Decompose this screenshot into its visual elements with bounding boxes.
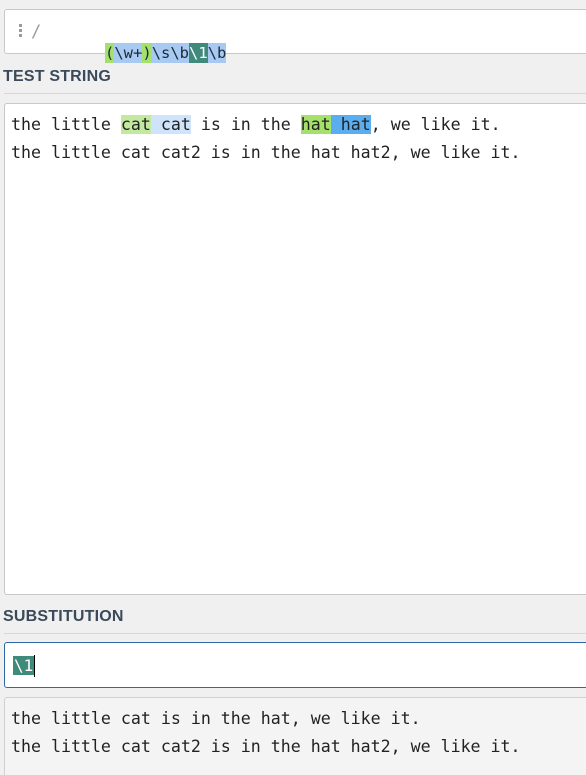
- match-group-highlight: hat: [300, 115, 331, 134]
- regex-tester: / (\w+)\s\b\1\b TEST STRING the little c…: [0, 0, 586, 775]
- match-group-highlight: cat: [120, 115, 151, 134]
- section-divider: [4, 633, 586, 634]
- section-divider: [4, 93, 586, 94]
- regex-token: \1: [189, 43, 208, 63]
- regex-token: ): [142, 43, 152, 63]
- substitution-value: \1: [13, 655, 36, 677]
- test-string-label: TEST STRING: [3, 68, 111, 85]
- text-caret: [34, 655, 36, 677]
- match-highlight: hat: [330, 115, 371, 134]
- text-segment: , we like it.: [370, 115, 501, 134]
- test-line: the little cat cat2 is in the hat hat2, …: [11, 141, 521, 165]
- backref-token: \1: [13, 656, 35, 675]
- result-line: the little cat cat2 is in the hat hat2, …: [11, 737, 521, 756]
- test-string-editor[interactable]: the little cat cat is in the hat hat, we…: [4, 103, 586, 595]
- substitution-result: the little cat is in the hat, we like it…: [4, 697, 586, 775]
- regex-token: \s\b: [151, 43, 190, 63]
- regex-token: \w+: [114, 43, 143, 63]
- text-segment: is in the: [190, 115, 301, 134]
- regex-delimiter: /: [31, 22, 42, 42]
- result-line: the little cat is in the hat, we like it…: [11, 709, 421, 728]
- match-highlight: cat: [150, 115, 191, 134]
- regex-token: \b: [207, 43, 227, 63]
- regex-token: (: [105, 43, 115, 63]
- text-segment: the little cat cat2 is in the hat hat2, …: [11, 143, 521, 162]
- substitution-input[interactable]: \1: [4, 642, 586, 688]
- test-line: the little cat cat is in the hat hat, we…: [11, 113, 501, 137]
- substitution-label: SUBSTITUTION: [3, 608, 124, 625]
- regex-input[interactable]: / (\w+)\s\b\1\b: [4, 9, 586, 63]
- drag-handle-icon[interactable]: [19, 24, 23, 40]
- text-segment: the little: [11, 115, 121, 134]
